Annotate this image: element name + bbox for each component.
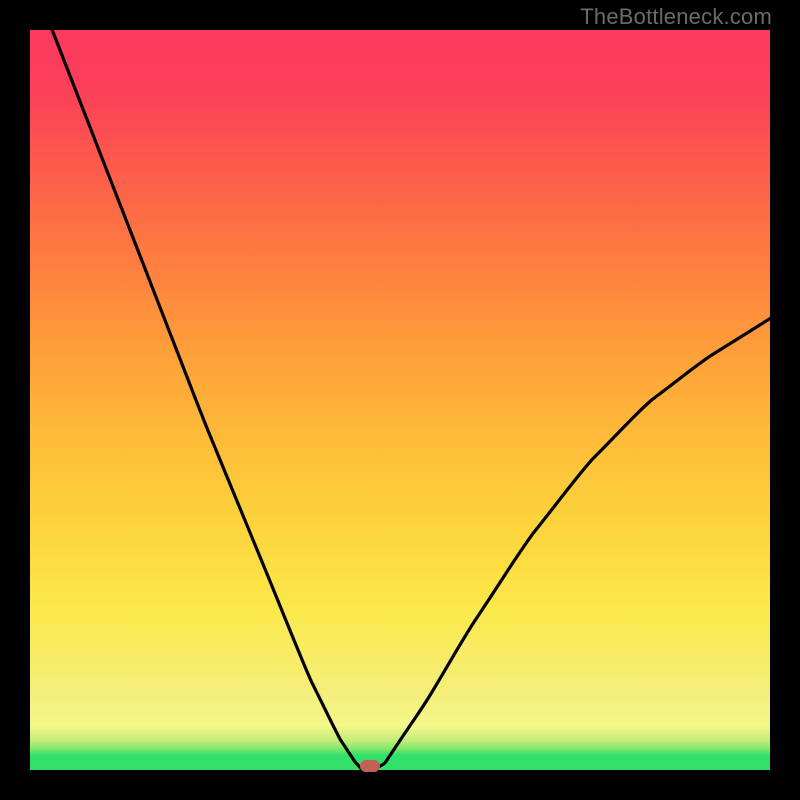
curve-path: [52, 30, 770, 770]
bottleneck-curve: [30, 30, 770, 770]
watermark-text: TheBottleneck.com: [580, 4, 772, 30]
plot-area: [30, 30, 770, 770]
optimal-point-marker: [360, 760, 380, 772]
outer-frame: TheBottleneck.com: [0, 0, 800, 800]
